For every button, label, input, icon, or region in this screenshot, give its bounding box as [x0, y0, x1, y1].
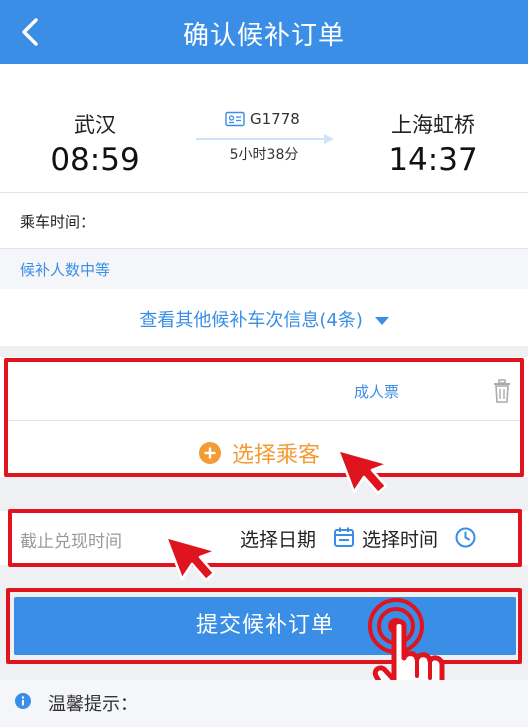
- dropdown-triangle-icon[interactable]: [374, 317, 389, 325]
- info-icon: [15, 693, 31, 709]
- other-trains-link[interactable]: 查看其他候补车次信息(4条): [139, 310, 363, 331]
- tips-label: 温馨提示：: [48, 694, 138, 715]
- ride-time-row: 乘车时间：: [0, 193, 528, 248]
- direction-arrow-icon: [196, 130, 336, 144]
- departure-station: 武汉: [74, 113, 116, 137]
- pointer-arrow-icon: [334, 446, 392, 496]
- waitlist-level-row: 候补人数中等: [0, 249, 528, 289]
- arrival-station: 上海虹桥: [391, 113, 475, 137]
- arrival-time: 14:37: [388, 142, 478, 178]
- ride-time-label: 乘车时间：: [20, 213, 96, 231]
- page-title: 确认候补订单: [182, 21, 345, 51]
- travel-duration: 5小时38分: [229, 147, 299, 163]
- other-trains-wrap: 查看其他候补车次信息(4条): [0, 306, 528, 332]
- other-trains-row[interactable]: 查看其他候补车次信息(4条): [0, 289, 528, 346]
- train-info-card: 武汉 08:59 G1778 5小时38分 上海虹桥 14:37: [0, 64, 528, 192]
- departure-time: 08:59: [50, 142, 140, 178]
- id-card-icon: [225, 111, 245, 127]
- highlight-frame: [8, 509, 522, 567]
- waitlist-level-text: 候补人数中等: [20, 261, 111, 279]
- top-bar: 确认候补订单: [0, 0, 528, 64]
- pointer-arrow-icon: [162, 533, 220, 583]
- highlight-frame: [4, 358, 524, 477]
- train-number: G1778: [250, 110, 300, 128]
